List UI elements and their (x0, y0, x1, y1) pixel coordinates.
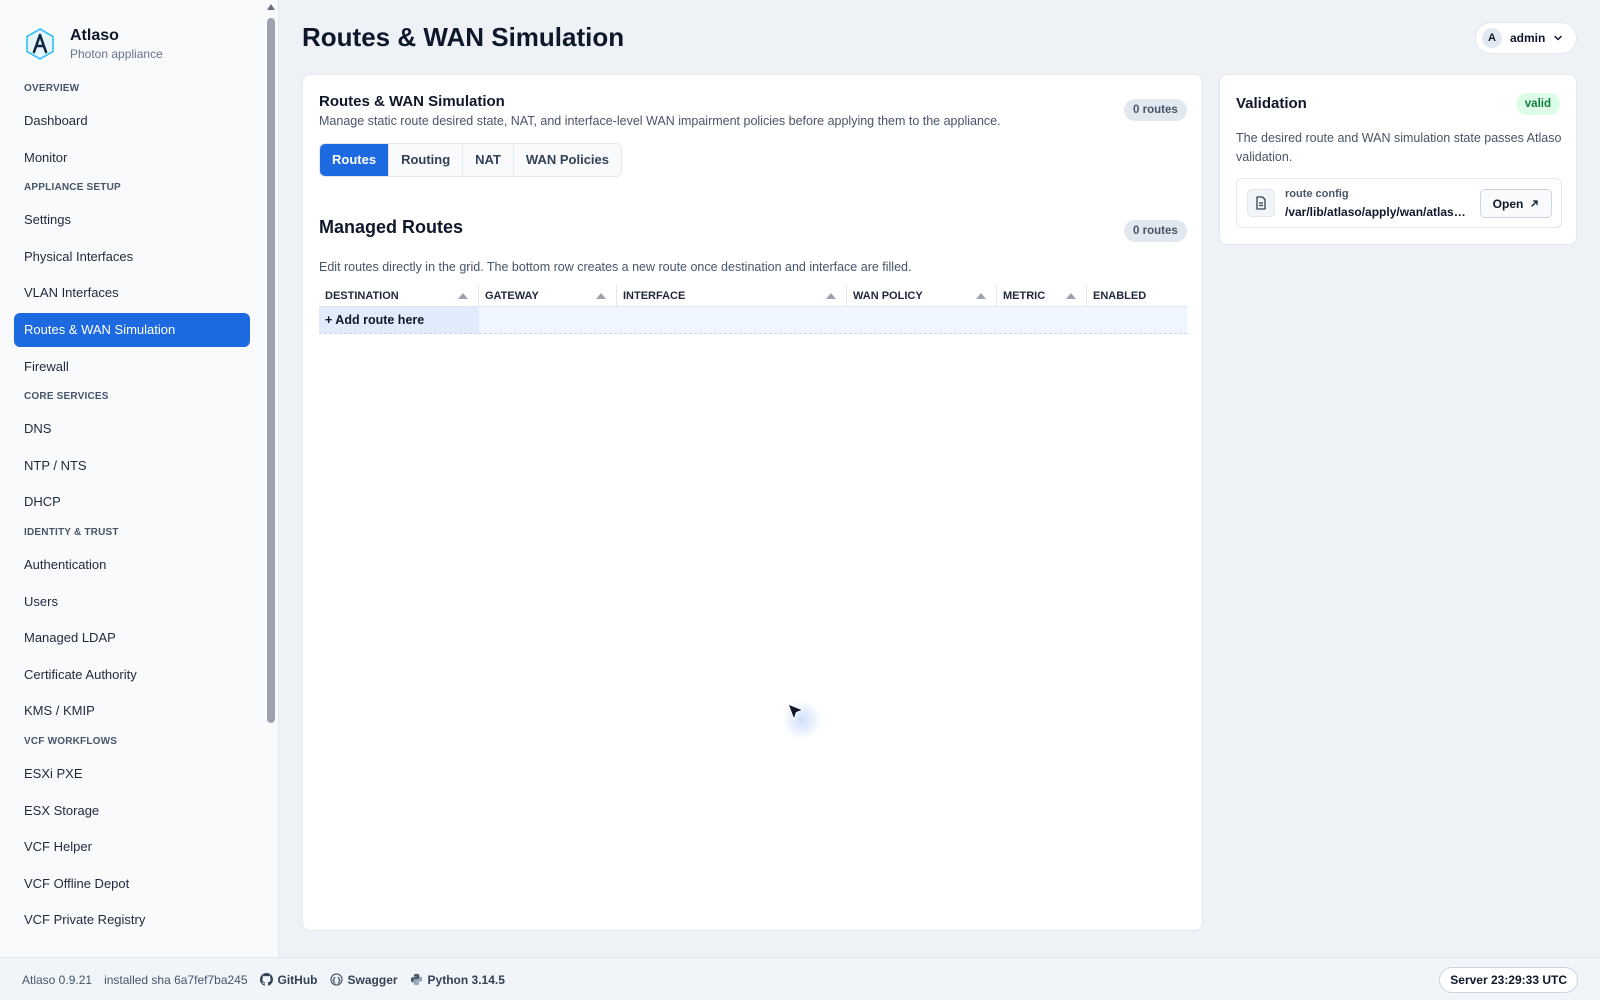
tab-nat[interactable]: NAT (463, 144, 514, 176)
column-header-gateway[interactable]: GATEWAY (479, 285, 617, 306)
atlaso-logo-icon (24, 24, 56, 64)
route-config-card: route config /var/lib/atlaso/apply/wan/a… (1236, 178, 1562, 228)
sidebar-item-vlan-interfaces[interactable]: VLAN Interfaces (14, 276, 250, 310)
open-button-label: Open (1492, 196, 1524, 211)
sidebar-item-settings[interactable]: Settings (14, 203, 250, 237)
add-route-row-cells[interactable] (479, 307, 1187, 333)
validation-panel: Validation valid The desired route and W… (1219, 74, 1577, 245)
chevron-down-icon (1554, 35, 1563, 41)
sidebar-item-dhcp[interactable]: DHCP (14, 485, 250, 519)
scrollbar-thumb[interactable] (267, 18, 275, 723)
add-route-row[interactable]: + Add route here (319, 307, 1187, 334)
sidebar-item-vcf-offline-depot[interactable]: VCF Offline Depot (14, 867, 250, 901)
column-header-enabled[interactable]: ENABLED (1087, 285, 1187, 306)
python-version: Python 3.14.5 (410, 973, 505, 987)
grid-header-row: DESTINATION GATEWAY INTERFACE WAN POLICY… (319, 285, 1187, 307)
python-icon (410, 973, 422, 986)
column-label: DESTINATION (325, 290, 399, 302)
add-route-cell[interactable]: + Add route here (319, 307, 479, 333)
tab-routes[interactable]: Routes (320, 144, 390, 176)
column-label: INTERFACE (623, 290, 686, 302)
nav-section-title: IDENTITY & TRUST (24, 526, 119, 538)
sidebar-item-vcf-helper[interactable]: VCF Helper (14, 830, 250, 864)
user-name: admin (1510, 31, 1546, 45)
routes-panel: Routes & WAN Simulation Manage static ro… (302, 74, 1203, 931)
sidebar-item-routes-wan-simulation[interactable]: Routes & WAN Simulation (14, 312, 250, 347)
avatar: A (1482, 28, 1502, 48)
column-label: GATEWAY (485, 290, 539, 302)
section-title: Managed Routes (319, 217, 464, 237)
app-version: Atlaso 0.9.21 (22, 972, 93, 987)
routes-count-badge: 0 routes (1124, 99, 1187, 121)
github-link-label: GitHub (277, 972, 318, 987)
sidebar-scrollbar[interactable] (265, 0, 277, 957)
sidebar-item-authentication[interactable]: Authentication (14, 548, 250, 582)
sidebar-item-firewall[interactable]: Firewall (14, 350, 250, 384)
sidebar-item-dashboard[interactable]: Dashboard (14, 104, 250, 138)
sidebar-item-vcf-private-registry[interactable]: VCF Private Registry (14, 903, 250, 937)
tab-routing[interactable]: Routing (389, 144, 464, 176)
installed-sha: installed sha 6a7fef7ba245 (104, 972, 248, 987)
sidebar-item-users[interactable]: Users (14, 585, 250, 619)
sidebar-item-managed-ldap[interactable]: Managed LDAP (14, 621, 250, 655)
managed-routes-count-badge: 0 routes (1124, 220, 1187, 242)
column-header-metric[interactable]: METRIC (997, 285, 1087, 306)
file-icon (1247, 189, 1275, 217)
validation-description: The desired route and WAN simulation sta… (1236, 131, 1562, 164)
column-label: ENABLED (1093, 290, 1147, 302)
server-time-badge: Server 23:29:33 UTC (1439, 967, 1578, 993)
sort-arrow-icon[interactable] (458, 293, 468, 299)
panel-title: Routes & WAN Simulation (319, 93, 505, 110)
nav-section-title: APPLIANCE SETUP (24, 182, 121, 194)
tab-wan-policies[interactable]: WAN Policies (513, 144, 621, 176)
sort-arrow-icon[interactable] (826, 293, 836, 299)
user-menu-button[interactable]: A admin (1475, 22, 1577, 54)
sidebar-item-dns[interactable]: DNS (14, 412, 250, 446)
column-header-interface[interactable]: INTERFACE (617, 285, 847, 306)
routes-grid: DESTINATION GATEWAY INTERFACE WAN POLICY… (319, 285, 1187, 334)
column-label: METRIC (1003, 290, 1046, 302)
column-header-wan-policy[interactable]: WAN POLICY (847, 285, 997, 306)
nav-section-title: CORE SERVICES (24, 391, 109, 403)
sidebar-item-ntp-nts[interactable]: NTP / NTS (14, 449, 250, 483)
status-badge: valid (1515, 93, 1560, 115)
sort-arrow-icon[interactable] (1066, 293, 1076, 299)
sort-arrow-icon[interactable] (596, 293, 606, 299)
mouse-cursor-icon (782, 700, 822, 740)
panel-description: Manage static route desired state, NAT, … (319, 114, 1001, 128)
validation-title: Validation (1236, 95, 1307, 112)
nav-section-title: OVERVIEW (24, 83, 80, 94)
config-path: /var/lib/atlaso/apply/wan/atlaso-routes.… (1285, 205, 1471, 219)
sidebar-item-kms-kmip[interactable]: KMS / KMIP (14, 694, 250, 728)
column-label: WAN POLICY (853, 290, 923, 302)
section-description: Edit routes directly in the grid. The bo… (319, 260, 912, 274)
github-link[interactable]: GitHub (259, 972, 318, 987)
brand-subtitle: Photon appliance (70, 47, 163, 61)
footer: Atlaso 0.9.21 installed sha 6a7fef7ba245… (0, 957, 1600, 1000)
swagger-link-label: Swagger (347, 972, 398, 987)
column-header-destination[interactable]: DESTINATION (319, 285, 479, 306)
external-link-icon (1531, 200, 1538, 207)
scroll-up-arrow-icon[interactable] (267, 4, 275, 10)
sidebar-item-physical-interfaces[interactable]: Physical Interfaces (14, 240, 250, 274)
sidebar-nav: OVERVIEW Dashboard Monitor APPLIANCE SET… (14, 78, 250, 940)
tab-bar: Routes Routing NAT WAN Policies (319, 143, 622, 177)
nav-section-title: VCF WORKFLOWS (24, 735, 118, 747)
sidebar-item-certificate-authority[interactable]: Certificate Authority (14, 658, 250, 692)
sidebar-item-monitor[interactable]: Monitor (14, 141, 250, 175)
sidebar: Atlaso Photon appliance OVERVIEW Dashboa… (0, 0, 279, 957)
github-icon (259, 973, 273, 986)
config-label: route config (1285, 188, 1349, 200)
page-title: Routes & WAN Simulation (302, 22, 625, 52)
swagger-icon: {} (329, 973, 343, 986)
brand-name: Atlaso (70, 27, 119, 44)
sort-arrow-icon[interactable] (976, 293, 986, 299)
swagger-link[interactable]: {} Swagger (329, 972, 398, 987)
brand[interactable]: Atlaso Photon appliance (24, 24, 163, 64)
sidebar-item-esxi-pxe[interactable]: ESXi PXE (14, 757, 250, 791)
python-version-label: Python 3.14.5 (427, 972, 505, 987)
open-config-button[interactable]: Open (1480, 189, 1552, 218)
sidebar-item-esx-storage[interactable]: ESX Storage (14, 794, 250, 828)
svg-text:{}: {} (331, 975, 342, 984)
